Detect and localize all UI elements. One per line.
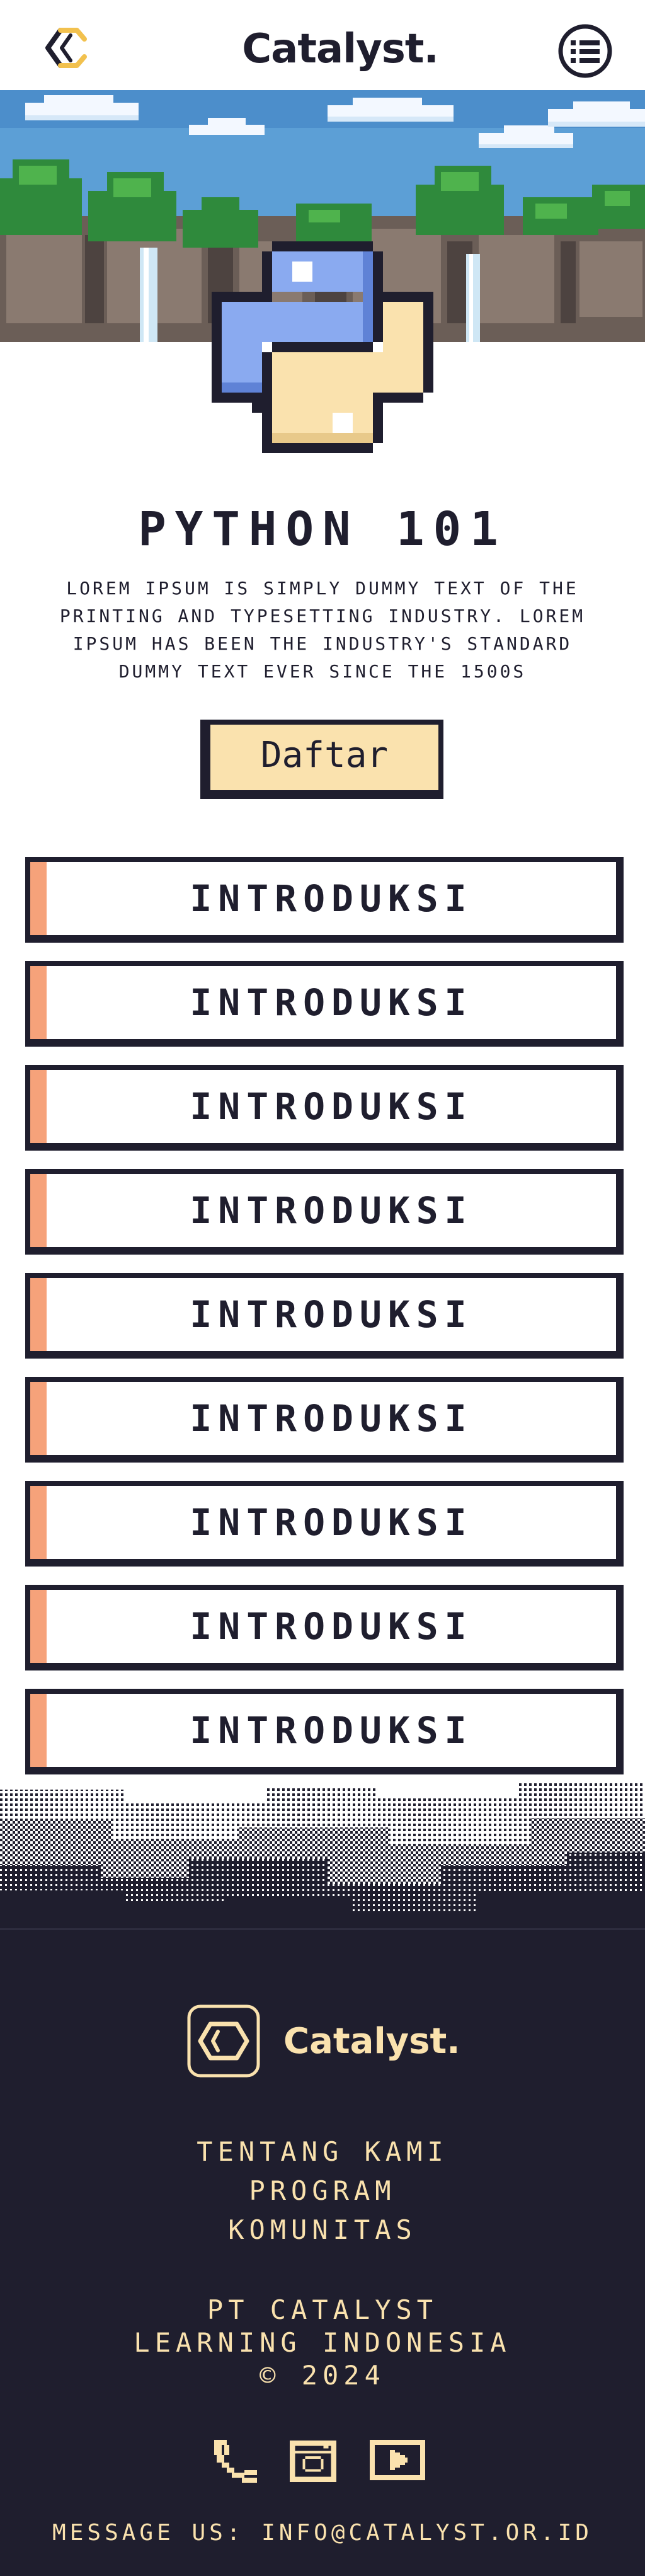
module-item[interactable]: INTRODUKSI bbox=[25, 1273, 624, 1359]
module-label: INTRODUKSI bbox=[190, 981, 473, 1024]
module-label: INTRODUKSI bbox=[190, 1189, 473, 1232]
contact-email[interactable]: MESSAGE US: INFO@CATALYST.OR.ID bbox=[0, 2514, 645, 2552]
module-item[interactable]: INTRODUKSI bbox=[25, 1689, 624, 1774]
module-list: INTRODUKSI INTRODUKSI INTRODUKSI INTRODU… bbox=[25, 857, 624, 1793]
module-accent bbox=[30, 1382, 47, 1455]
footer-link-tentang-kami[interactable]: TENTANG KAMI bbox=[0, 2132, 645, 2171]
module-label: INTRODUKSI bbox=[190, 1709, 473, 1752]
company-name-line2: LEARNING INDONESIA bbox=[134, 2327, 511, 2358]
footer-brand: Catalyst. bbox=[283, 2021, 460, 2062]
module-accent bbox=[30, 1174, 47, 1247]
module-accent bbox=[30, 1070, 47, 1143]
daftar-button[interactable]: Daftar bbox=[200, 720, 443, 799]
footer-link-komunitas[interactable]: KOMUNITAS bbox=[0, 2211, 645, 2250]
module-accent bbox=[30, 1486, 47, 1559]
footer-nav: TENTANG KAMI PROGRAM KOMUNITAS bbox=[0, 2132, 645, 2250]
menu-list-icon[interactable] bbox=[557, 23, 614, 79]
youtube-icon[interactable] bbox=[367, 2437, 428, 2485]
python-logo-icon bbox=[212, 239, 433, 455]
module-item[interactable]: INTRODUKSI bbox=[25, 1169, 624, 1255]
dither-divider bbox=[0, 1783, 645, 1935]
social-icons bbox=[0, 2437, 645, 2488]
home-logo-icon[interactable] bbox=[39, 25, 93, 71]
module-label: INTRODUKSI bbox=[190, 1397, 473, 1440]
footer-link-program[interactable]: PROGRAM bbox=[0, 2171, 645, 2211]
module-label: INTRODUKSI bbox=[190, 1605, 473, 1648]
brand-name[interactable]: Catalyst. bbox=[239, 24, 441, 74]
module-accent bbox=[30, 1694, 47, 1767]
footer-logo-icon[interactable] bbox=[186, 2004, 261, 2078]
footer-divider bbox=[0, 1928, 645, 1930]
company-info: PT CATALYST LEARNING INDONESIA © 2024 bbox=[0, 2294, 645, 2392]
module-label: INTRODUKSI bbox=[190, 877, 473, 920]
site-footer: Catalyst. TENTANG KAMI PROGRAM KOMUNITAS… bbox=[0, 1928, 645, 2576]
module-label: INTRODUKSI bbox=[190, 1293, 473, 1336]
module-label: INTRODUKSI bbox=[190, 1501, 473, 1544]
phone-icon[interactable] bbox=[212, 2437, 260, 2488]
module-item[interactable]: INTRODUKSI bbox=[25, 1377, 624, 1463]
instagram-icon[interactable] bbox=[287, 2437, 339, 2488]
module-item[interactable]: INTRODUKSI bbox=[25, 961, 624, 1047]
module-item[interactable]: INTRODUKSI bbox=[25, 1481, 624, 1567]
module-accent bbox=[30, 1590, 47, 1663]
course-description: Lorem Ipsum is simply dummy text of the … bbox=[59, 578, 586, 682]
module-accent bbox=[30, 966, 47, 1039]
company-name-line1: PT CATALYST bbox=[207, 2294, 438, 2325]
module-item[interactable]: INTRODUKSI bbox=[25, 1065, 624, 1151]
module-item[interactable]: INTRODUKSI bbox=[25, 1585, 624, 1670]
copyright: © 2024 bbox=[260, 2360, 385, 2391]
course-title: PYTHON 101 bbox=[138, 502, 507, 556]
site-header: Catalyst. bbox=[0, 0, 645, 90]
module-item[interactable]: INTRODUKSI bbox=[25, 857, 624, 943]
module-accent bbox=[30, 862, 47, 935]
module-label: INTRODUKSI bbox=[190, 1085, 473, 1128]
module-accent bbox=[30, 1278, 47, 1351]
